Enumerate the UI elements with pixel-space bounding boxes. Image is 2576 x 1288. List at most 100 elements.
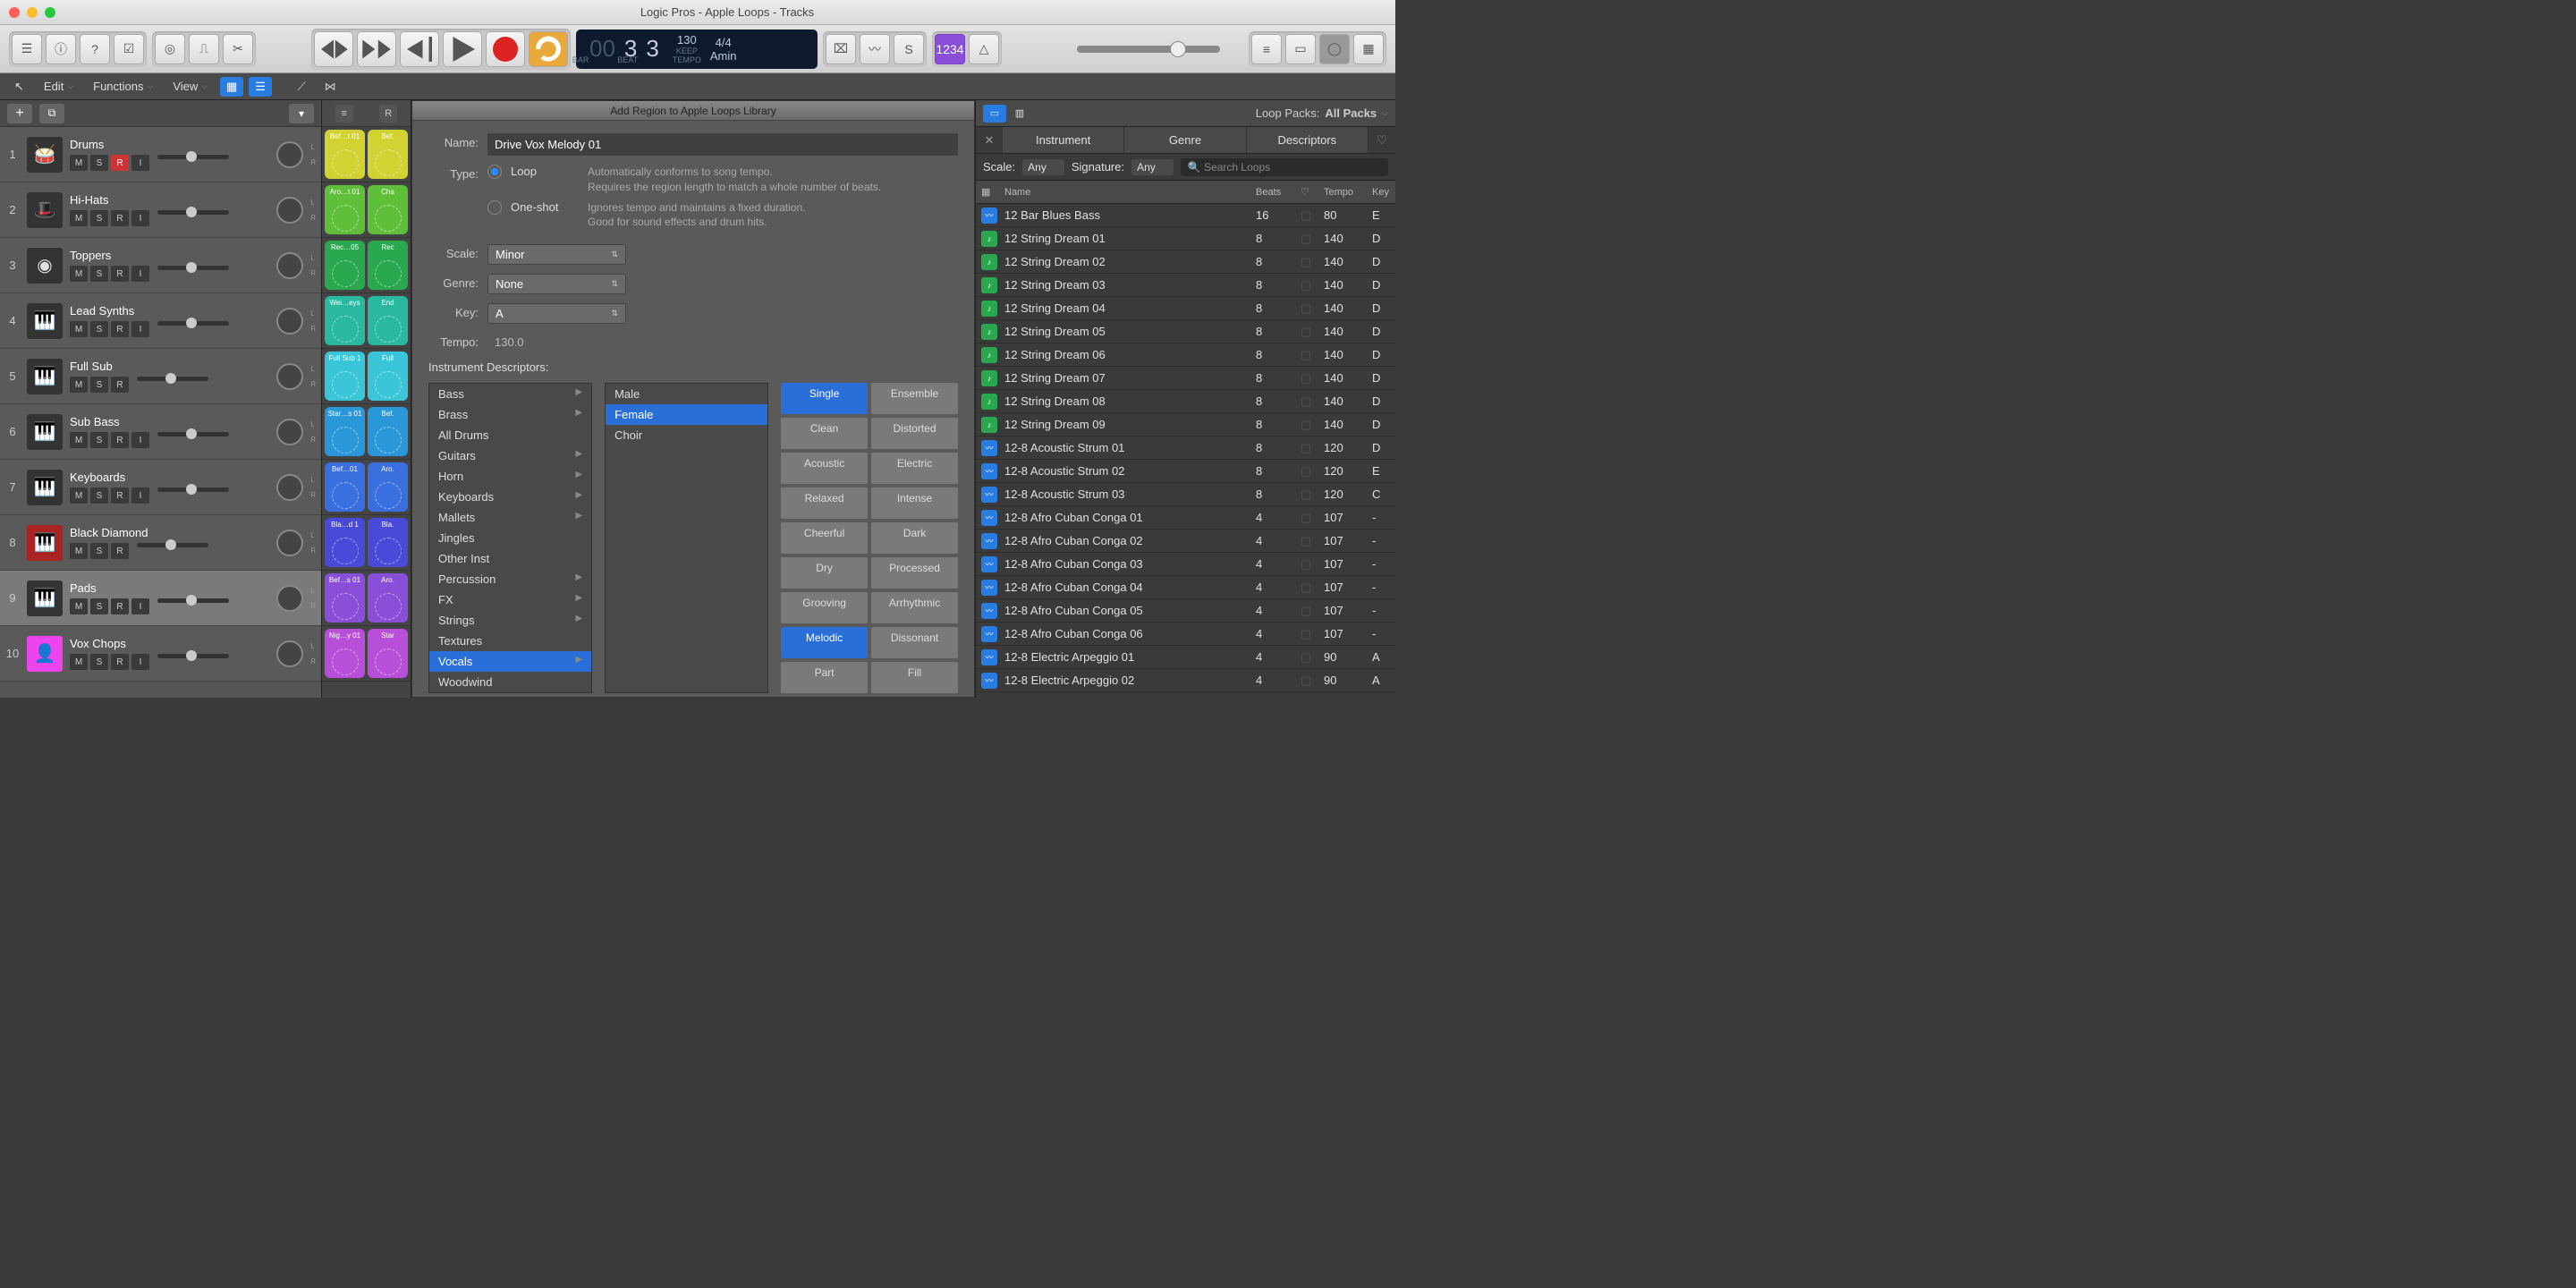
loop-row[interactable]: 〰 12-8 Electric Arpeggio 01 4 ▢ 90 A xyxy=(976,646,1395,669)
edit-menu[interactable]: Edit⌵ xyxy=(37,77,80,96)
descriptor-tag[interactable]: Intense xyxy=(871,487,958,519)
play-btn[interactable] xyxy=(443,31,482,67)
loop-beats-col[interactable]: Beats xyxy=(1250,187,1295,198)
loop-row[interactable]: 〰 12-8 Afro Cuban Conga 03 4 ▢ 107 - xyxy=(976,553,1395,576)
track-pan-knob[interactable] xyxy=(276,419,303,445)
loop-row[interactable]: ♪ 12 String Dream 05 8 ▢ 140 D xyxy=(976,320,1395,343)
track-m-btn[interactable]: M xyxy=(70,155,88,171)
descriptor-category-item[interactable]: All Drums xyxy=(429,425,591,445)
track-volume-slider[interactable] xyxy=(137,377,208,381)
track-m-btn[interactable]: M xyxy=(70,432,88,448)
close-window-btn[interactable] xyxy=(9,7,20,18)
loop-key-col[interactable]: Key xyxy=(1367,187,1395,198)
track-row[interactable]: 1 🥁 Drums MSRI LR xyxy=(0,127,321,182)
descriptor-subcategory-list[interactable]: MaleFemaleChoir xyxy=(605,383,768,693)
functions-menu[interactable]: Functions⌵ xyxy=(86,77,160,96)
descriptor-subcategory-item[interactable]: Male xyxy=(606,384,767,404)
loop-row[interactable]: ♪ 12 String Dream 03 8 ▢ 140 D xyxy=(976,274,1395,297)
lcd-display[interactable]: 00 3 3 BARBEAT 130KEEPTEMPO 4/4Amin xyxy=(576,30,818,69)
track-i-btn[interactable]: I xyxy=(131,155,149,171)
loop-row[interactable]: 〰 12-8 Afro Cuban Conga 02 4 ▢ 107 - xyxy=(976,530,1395,553)
descriptor-tag[interactable]: Relaxed xyxy=(781,487,868,519)
solo-btn[interactable]: S xyxy=(894,34,924,64)
loop-fav-toggle[interactable]: ▢ xyxy=(1295,580,1318,595)
loop-scale-select[interactable]: Any xyxy=(1022,159,1064,175)
loop-row[interactable]: ♪ 12 String Dream 01 8 ▢ 140 D xyxy=(976,227,1395,250)
track-row[interactable]: 6 🎹 Sub Bass MSRI LR xyxy=(0,404,321,460)
loop-name-col[interactable]: Name xyxy=(999,187,1250,198)
loop-fav-toggle[interactable]: ▢ xyxy=(1295,348,1318,362)
track-pan-knob[interactable] xyxy=(276,308,303,335)
descriptor-category-item[interactable]: Woodwind xyxy=(429,672,591,692)
loop-fav-toggle[interactable]: ▢ xyxy=(1295,674,1318,688)
loop-tempo-col[interactable]: Tempo xyxy=(1318,187,1367,198)
loop-row[interactable]: 〰 12-8 Acoustic Strum 03 8 ▢ 120 C xyxy=(976,483,1395,506)
loop-fav-toggle[interactable]: ▢ xyxy=(1295,534,1318,548)
loop-cell[interactable]: Star xyxy=(368,629,408,678)
track-r-btn[interactable]: R xyxy=(111,487,129,504)
loop-row[interactable]: ♪ 12 String Dream 07 8 ▢ 140 D xyxy=(976,367,1395,390)
favorites-tab[interactable]: ♡ xyxy=(1368,127,1395,153)
descriptor-category-item[interactable]: Other Inst xyxy=(429,548,591,569)
track-volume-slider[interactable] xyxy=(137,543,208,547)
track-r-btn[interactable]: R xyxy=(111,377,129,393)
loop-fav-toggle[interactable]: ▢ xyxy=(1295,627,1318,641)
track-s-btn[interactable]: S xyxy=(90,432,108,448)
loop-cell[interactable]: Bef. xyxy=(368,407,408,456)
loop-fav-toggle[interactable]: ▢ xyxy=(1295,301,1318,316)
descriptor-category-item[interactable]: Horn▶ xyxy=(429,466,591,487)
track-row[interactable]: 4 🎹 Lead Synths MSRI LR xyxy=(0,293,321,349)
descriptor-tag[interactable]: Ensemble xyxy=(871,383,958,414)
loop-row[interactable]: ♪ 12 String Dream 08 8 ▢ 140 D xyxy=(976,390,1395,413)
track-r-btn[interactable]: R xyxy=(111,321,129,337)
track-row[interactable]: 7 🎹 Keyboards MSRI LR xyxy=(0,460,321,515)
track-i-btn[interactable]: I xyxy=(131,598,149,614)
help-btn[interactable]: ? xyxy=(80,34,110,64)
descriptor-category-item[interactable]: Vocals▶ xyxy=(429,651,591,672)
loop-cell[interactable]: Aro…t 01 xyxy=(325,185,365,234)
loop-cell[interactable]: End xyxy=(368,296,408,345)
loop-search-input[interactable]: 🔍 Search Loops xyxy=(1181,158,1388,176)
track-r-btn[interactable]: R xyxy=(111,543,129,559)
track-volume-slider[interactable] xyxy=(157,432,229,436)
track-pan-knob[interactable] xyxy=(276,640,303,667)
stop-btn[interactable] xyxy=(400,31,439,67)
track-pan-knob[interactable] xyxy=(276,141,303,168)
descriptor-tag[interactable]: Grooving xyxy=(781,592,868,623)
loop-fav-col[interactable]: ♡ xyxy=(1295,186,1318,198)
track-m-btn[interactable]: M xyxy=(70,543,88,559)
metronome-btn[interactable]: △ xyxy=(969,34,999,64)
loop-row[interactable]: 〰 12-8 Electric Arpeggio 02 4 ▢ 90 A xyxy=(976,669,1395,692)
loop-fav-toggle[interactable]: ▢ xyxy=(1295,464,1318,479)
track-pan-knob[interactable] xyxy=(276,252,303,279)
loop-radio[interactable] xyxy=(487,165,502,179)
loop-cell[interactable]: Full xyxy=(368,352,408,401)
track-pan-knob[interactable] xyxy=(276,474,303,501)
descriptor-category-item[interactable]: FX▶ xyxy=(429,589,591,610)
descriptor-category-item[interactable]: Strings▶ xyxy=(429,610,591,631)
track-r-btn[interactable]: R xyxy=(111,155,129,171)
name-input[interactable] xyxy=(487,133,958,156)
track-pan-knob[interactable] xyxy=(276,530,303,556)
cell-menu-btn[interactable]: ≡ xyxy=(335,105,353,123)
track-pan-knob[interactable] xyxy=(276,197,303,224)
loop-row[interactable]: 〰 12-8 Afro Cuban Conga 06 4 ▢ 107 - xyxy=(976,623,1395,646)
descriptor-tag[interactable]: Distorted xyxy=(871,418,958,449)
loop-close-btn[interactable]: ✕ xyxy=(976,127,1003,153)
record-btn[interactable] xyxy=(486,31,525,67)
track-volume-slider[interactable] xyxy=(157,321,229,326)
track-s-btn[interactable]: S xyxy=(90,598,108,614)
loop-row[interactable]: 〰 12-8 Afro Cuban Conga 05 4 ▢ 107 - xyxy=(976,599,1395,623)
library-btn[interactable]: ☰ xyxy=(12,34,42,64)
loop-fav-toggle[interactable]: ▢ xyxy=(1295,371,1318,386)
loop-cell[interactable]: Star…s 01 xyxy=(325,407,365,456)
smart-controls-btn[interactable]: ◎ xyxy=(155,34,185,64)
loop-row[interactable]: 〰 12-8 Afro Cuban Conga 04 4 ▢ 107 - xyxy=(976,576,1395,599)
descriptor-category-item[interactable]: Percussion▶ xyxy=(429,569,591,589)
descriptor-tag[interactable]: Part xyxy=(781,662,868,693)
track-s-btn[interactable]: S xyxy=(90,155,108,171)
track-s-btn[interactable]: S xyxy=(90,543,108,559)
track-r-btn[interactable]: R xyxy=(111,598,129,614)
loop-fav-toggle[interactable]: ▢ xyxy=(1295,511,1318,525)
track-row[interactable]: 5 🎹 Full Sub MSR LR xyxy=(0,349,321,404)
